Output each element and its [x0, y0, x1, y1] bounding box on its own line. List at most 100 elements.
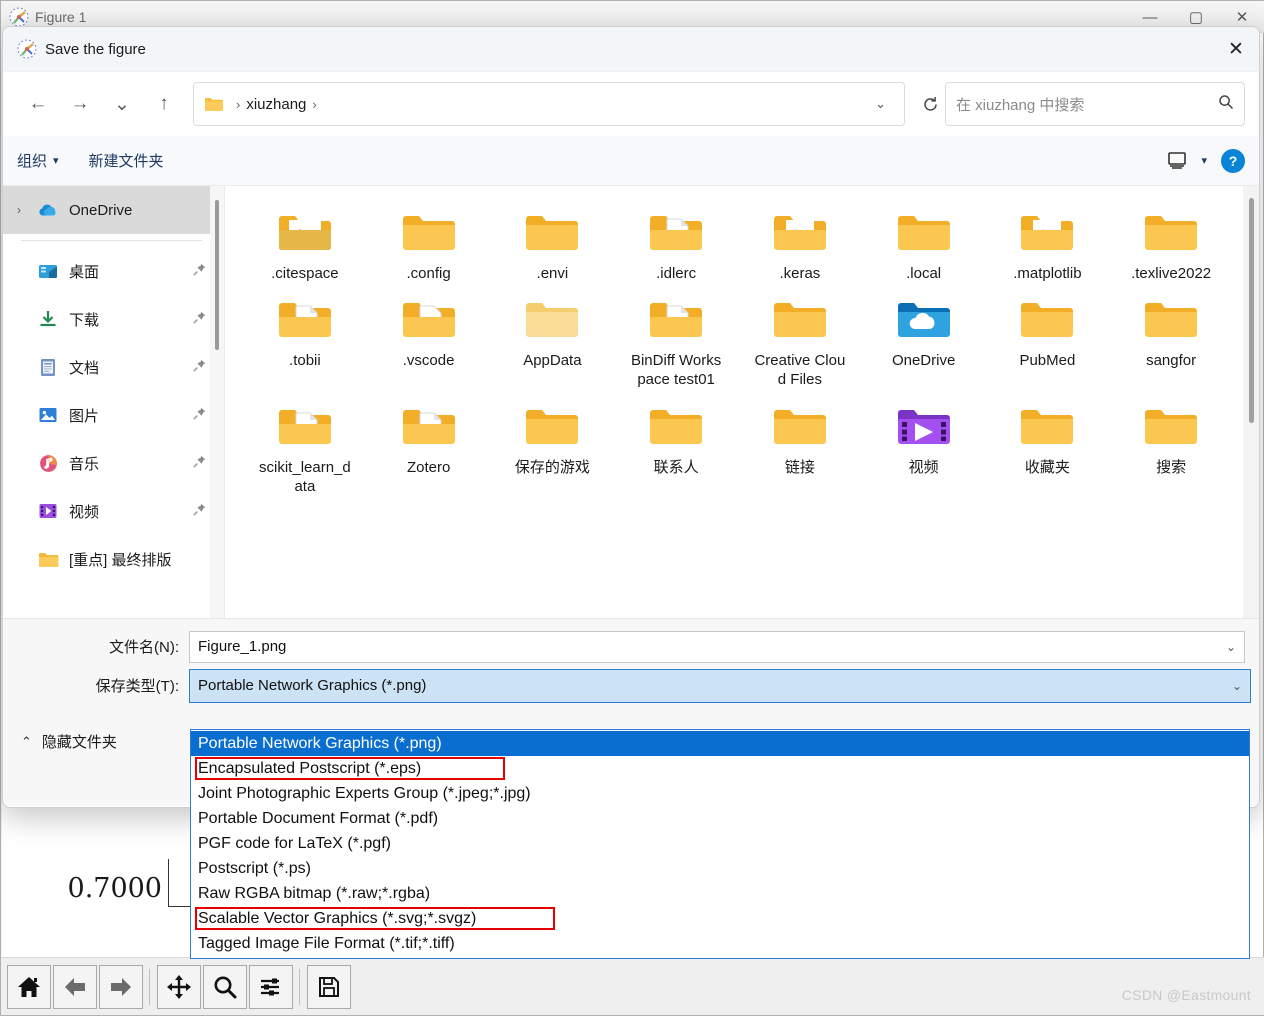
music-icon [37, 453, 59, 473]
home-icon[interactable] [7, 964, 51, 1009]
file-item[interactable]: .texlive2022 [1109, 202, 1233, 283]
refresh-icon[interactable] [915, 89, 945, 119]
chevron-down-icon[interactable]: ⌄ [1232, 679, 1242, 693]
up-icon[interactable]: ↑ [143, 84, 185, 124]
file-item[interactable]: .tobii [243, 289, 367, 389]
folder-image-icon [398, 295, 460, 345]
file-item[interactable]: 链接 [738, 396, 862, 496]
pan-move-icon[interactable] [157, 964, 201, 1009]
save-floppy-icon[interactable] [307, 964, 351, 1009]
dropdown-option-png[interactable]: Portable Network Graphics (*.png) [191, 731, 1249, 756]
folder-icon [1016, 402, 1078, 452]
configure-subplots-icon[interactable] [249, 964, 293, 1009]
file-item[interactable]: PubMed [986, 289, 1110, 389]
back-arrow-icon[interactable] [53, 964, 97, 1009]
pin-icon[interactable] [193, 503, 206, 519]
dropdown-option-svg[interactable]: Scalable Vector Graphics (*.svg;*.svgz) [191, 906, 1249, 931]
filetype-dropdown-list: Portable Network Graphics (*.png) Encaps… [190, 729, 1250, 959]
file-item[interactable]: AppData [491, 289, 615, 389]
dropdown-option-raw[interactable]: Raw RGBA bitmap (*.raw;*.rgba) [191, 881, 1249, 906]
pin-icon[interactable] [193, 311, 206, 327]
file-name: 视频 [908, 458, 939, 476]
hidden-folders-toggle[interactable]: ⌃ 隐藏文件夹 [21, 731, 117, 752]
sidebar-item-onedrive[interactable]: › OneDrive [3, 186, 224, 234]
chevron-down-icon[interactable]: ⌄ [1226, 640, 1236, 654]
file-item[interactable]: .idlerc [614, 202, 738, 283]
search-input[interactable]: 在 xiuzhang 中搜索 [945, 82, 1245, 126]
file-name: 保存的游戏 [514, 458, 590, 476]
sidebar-scrollbar-track[interactable] [210, 186, 224, 618]
organize-button[interactable]: 组织 ▾ [17, 150, 59, 171]
chevron-down-icon[interactable]: ▾ [1201, 154, 1207, 167]
navigation-row: ← → ⌄ ↑ › xiuzhang › ⌄ 在 xiuzhang 中搜索 [3, 72, 1259, 136]
back-icon[interactable]: ← [17, 84, 59, 124]
sidebar-item-documents[interactable]: 文档 [3, 343, 224, 391]
sidebar-item-label: [重点] 最终排版 [69, 551, 172, 569]
dropdown-option-jpeg[interactable]: Joint Photographic Experts Group (*.jpeg… [191, 781, 1249, 806]
file-item[interactable]: .envi [491, 202, 615, 283]
help-icon[interactable]: ? [1221, 148, 1245, 173]
new-folder-button[interactable]: 新建文件夹 [89, 150, 164, 171]
sidebar-item-final-layout[interactable]: [重点] 最终排版 [3, 535, 224, 583]
sidebar-item-videos[interactable]: 视频 [3, 487, 224, 535]
file-item[interactable]: BinDiff Workspace test01 [614, 289, 738, 389]
chevron-right-icon[interactable]: › [17, 203, 37, 217]
content-scrollbar-track[interactable] [1243, 186, 1259, 618]
recent-locations-icon[interactable]: ⌄ [101, 84, 143, 124]
file-item[interactable]: Zotero [367, 396, 491, 496]
file-item[interactable]: OneDrive [862, 289, 986, 389]
folder-icon [1016, 295, 1078, 345]
file-name: .config [406, 265, 451, 282]
dropdown-option-pdf[interactable]: Portable Document Format (*.pdf) [191, 806, 1249, 831]
file-name: 联系人 [653, 458, 699, 476]
filetype-combobox[interactable]: Portable Network Graphics (*.png) ⌄ [189, 668, 1251, 703]
forward-arrow-icon[interactable] [99, 964, 143, 1009]
zoom-magnifier-icon[interactable] [203, 964, 247, 1009]
breadcrumb[interactable]: xiuzhang [246, 96, 306, 113]
close-icon[interactable]: ✕ [1213, 27, 1259, 72]
address-bar[interactable]: › xiuzhang › ⌄ [193, 82, 905, 126]
folder-icon [521, 208, 583, 258]
file-item[interactable]: .config [367, 202, 491, 283]
sidebar-item-music[interactable]: 音乐 [3, 439, 224, 487]
file-item[interactable]: .keras [738, 202, 862, 283]
file-name: 收藏夹 [1024, 458, 1070, 476]
sidebar-item-desktop[interactable]: 桌面 [3, 247, 224, 295]
file-item[interactable]: 视频 [862, 396, 986, 496]
file-item[interactable]: .citespace [243, 202, 367, 283]
file-item[interactable]: 搜索 [1109, 396, 1233, 496]
filename-row: 文件名(N): Figure_1.png ⌄ [3, 628, 1259, 665]
dropdown-option-pgf[interactable]: PGF code for LaTeX (*.pgf) [191, 831, 1249, 856]
pin-icon[interactable] [193, 263, 206, 279]
pin-icon[interactable] [193, 455, 206, 471]
dropdown-option-label: Raw RGBA bitmap (*.raw;*.rgba) [198, 884, 431, 902]
file-item[interactable]: .vscode [367, 289, 491, 389]
dropdown-option-ps[interactable]: Postscript (*.ps) [191, 856, 1249, 881]
filename-value: Figure_1.png [198, 638, 287, 655]
file-item[interactable]: .local [862, 202, 986, 283]
view-layout-icon[interactable] [1167, 151, 1187, 170]
content-scrollbar-thumb[interactable] [1249, 198, 1254, 423]
file-item[interactable]: 保存的游戏 [491, 396, 615, 496]
file-item[interactable]: 联系人 [614, 396, 738, 496]
pin-icon[interactable] [193, 359, 206, 375]
sidebar-item-pictures[interactable]: 图片 [3, 391, 224, 439]
documents-icon [37, 357, 59, 377]
file-item[interactable]: sangfor [1109, 289, 1233, 389]
sidebar: › OneDrive 桌面 下载 文档 图片 音乐 视频 [重点] 最终排版 [3, 186, 225, 618]
y-axis-tick-label: 0.7000 [67, 873, 162, 904]
dropdown-option-tiff[interactable]: Tagged Image File Format (*.tif;*.tiff) [191, 931, 1249, 956]
onedrive-folder-icon [893, 295, 955, 345]
pin-icon[interactable] [193, 407, 206, 423]
file-item[interactable]: 收藏夹 [986, 396, 1110, 496]
sidebar-scrollbar-thumb[interactable] [215, 200, 219, 350]
file-item[interactable]: scikit_learn_data [243, 396, 367, 496]
chevron-down-icon[interactable]: ⌄ [865, 96, 896, 112]
forward-icon[interactable]: → [59, 84, 101, 124]
file-item[interactable]: Creative Cloud Files [738, 289, 862, 389]
sidebar-item-downloads[interactable]: 下载 [3, 295, 224, 343]
sidebar-item-label: 音乐 [69, 455, 100, 473]
filename-input[interactable]: Figure_1.png ⌄ [189, 630, 1245, 663]
file-item[interactable]: .matplotlib [986, 202, 1110, 283]
dropdown-option-eps[interactable]: Encapsulated Postscript (*.eps) [191, 756, 1249, 781]
